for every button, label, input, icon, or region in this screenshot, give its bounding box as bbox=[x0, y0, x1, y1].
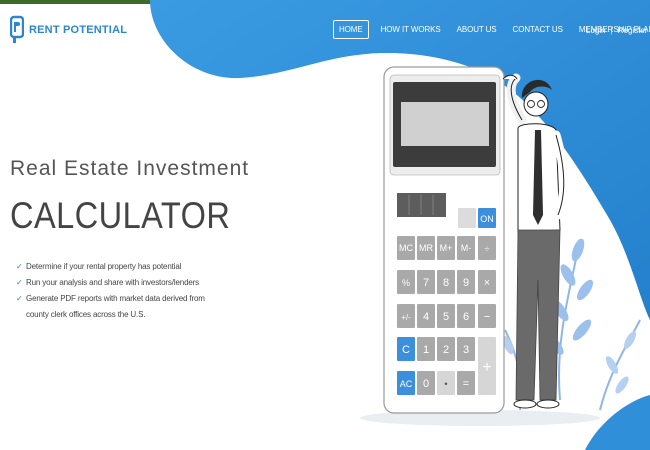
auth-links: Login | Register bbox=[586, 26, 647, 35]
feature-text: Generate PDF reports with market data de… bbox=[26, 294, 205, 319]
brand-name: RENT POTENTIAL bbox=[29, 24, 128, 36]
login-link[interactable]: Login bbox=[586, 26, 606, 35]
logo-icon bbox=[10, 15, 24, 43]
nav-home[interactable]: HOME bbox=[333, 20, 369, 39]
nav-about-us[interactable]: ABOUT US bbox=[453, 21, 501, 38]
feature-item: ✓ Generate PDF reports with market data … bbox=[16, 291, 206, 323]
feature-list: ✓ Determine if your rental property has … bbox=[16, 259, 206, 323]
check-icon: ✓ bbox=[16, 278, 23, 287]
nav-how-it-works[interactable]: HOW IT WORKS bbox=[377, 21, 445, 38]
feature-text: Determine if your rental property has po… bbox=[26, 262, 182, 271]
feature-text: Run your analysis and share with investo… bbox=[26, 278, 200, 287]
hero-title: CALCULATOR bbox=[10, 195, 231, 236]
check-icon: ✓ bbox=[16, 294, 23, 303]
register-link[interactable]: Register bbox=[618, 26, 648, 35]
feature-item: ✓ Determine if your rental property has … bbox=[16, 259, 206, 275]
hero-subtitle: Real Estate Investment bbox=[10, 157, 250, 180]
nav-contact-us[interactable]: CONTACT US bbox=[509, 21, 567, 38]
check-icon: ✓ bbox=[16, 262, 23, 271]
brand-logo[interactable]: RENT POTENTIAL bbox=[10, 15, 127, 45]
feature-item: ✓ Run your analysis and share with inves… bbox=[16, 275, 206, 291]
auth-separator: | bbox=[610, 26, 613, 35]
